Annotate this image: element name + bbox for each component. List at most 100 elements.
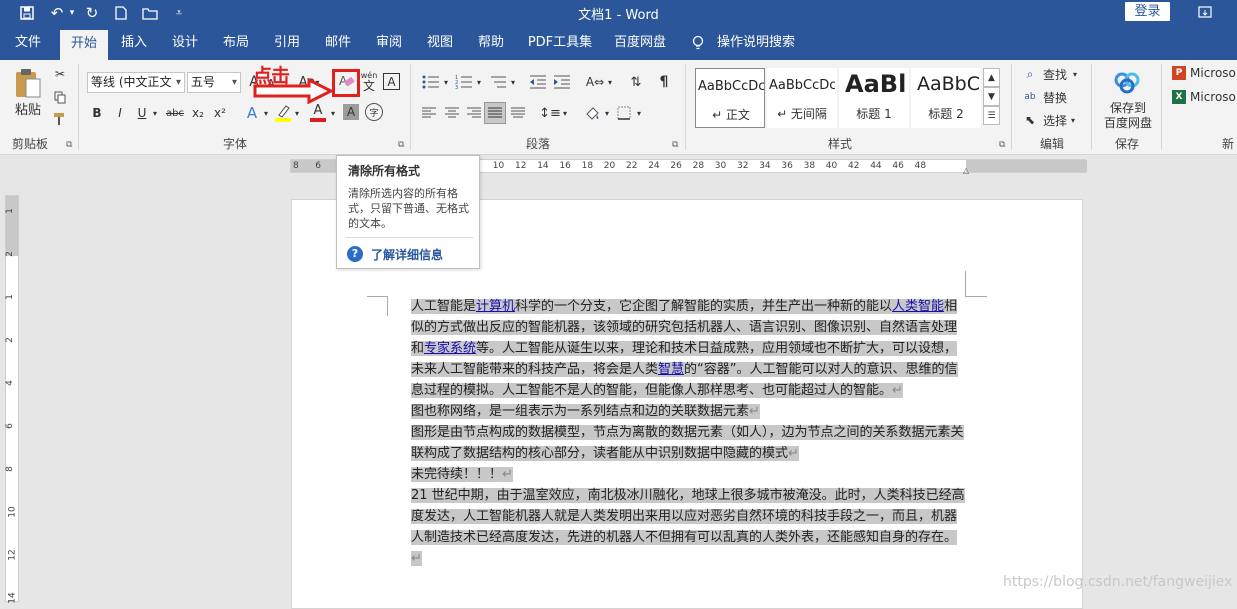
chevron-down-icon[interactable]: ▾ (442, 72, 450, 92)
align-right-icon[interactable] (465, 104, 483, 122)
microsoft-excel-item[interactable]: Microso (1190, 89, 1237, 105)
save-to-baidu-label-1[interactable]: 保存到 (1100, 100, 1156, 115)
hyperlink[interactable]: 人类智能 (892, 299, 944, 314)
style-no-spacing[interactable]: AaBbCcDc ↵ 无间隔 (767, 68, 837, 128)
tab-references[interactable]: 引用 (267, 26, 307, 60)
distributed-icon[interactable] (509, 104, 527, 122)
replace-icon[interactable]: ab (1022, 89, 1038, 105)
tab-layout[interactable]: 布局 (216, 26, 256, 60)
tab-mailings[interactable]: 邮件 (318, 26, 358, 60)
multilevel-list-icon[interactable] (487, 72, 509, 92)
character-border-icon[interactable]: A (383, 73, 400, 90)
font-color-icon[interactable]: A (309, 102, 327, 124)
styles-scroll-up-icon[interactable]: ▲ (983, 68, 1000, 87)
paragraph[interactable]: 21 世纪中期，由于温室效应，南北极冰川融化，地球上很多城市被淹没。此时，人类科… (411, 485, 967, 569)
chevron-down-icon[interactable]: ▾ (561, 104, 569, 122)
find-button[interactable]: 查找 (1040, 66, 1070, 82)
paste-button-label[interactable]: 粘贴 (8, 100, 48, 118)
font-launcher-icon[interactable]: ⧉ (398, 140, 404, 150)
styles-scroll-down-icon[interactable]: ▼ (983, 87, 1000, 106)
powerpoint-icon[interactable]: P (1172, 66, 1186, 80)
hyperlink[interactable]: 计算机 (476, 299, 515, 314)
paragraph[interactable]: 未完待续！！！↵ (411, 464, 967, 485)
chevron-down-icon[interactable]: ▾ (606, 72, 614, 92)
enclose-characters-icon[interactable]: 字 (365, 103, 383, 121)
help-icon[interactable]: ? (347, 246, 363, 262)
hyperlink[interactable]: 智慧 (658, 362, 684, 377)
right-indent-marker[interactable]: △ (963, 166, 969, 175)
replace-button[interactable]: 替换 (1040, 89, 1070, 105)
decrease-indent-icon[interactable] (528, 72, 548, 92)
style-normal[interactable]: AaBbCcDc ↵ 正文 (695, 68, 765, 128)
tell-me-search[interactable]: 操作说明搜索 (716, 26, 796, 60)
format-painter-icon[interactable] (52, 110, 68, 128)
increase-indent-icon[interactable] (552, 72, 572, 92)
paragraph-shading-icon[interactable] (582, 103, 602, 123)
microsoft-powerpoint-item[interactable]: Microso (1190, 65, 1237, 81)
tooltip-help-link[interactable]: 了解详细信息 (371, 246, 443, 263)
chevron-down-icon[interactable]: ▾ (1070, 66, 1080, 82)
chinese-layout-icon[interactable]: A⇔ (584, 72, 606, 92)
chevron-down-icon[interactable]: ▾ (603, 104, 611, 122)
save-to-baidu-label-2[interactable]: 百度网盘 (1100, 115, 1156, 130)
tab-home[interactable]: 开始 (60, 30, 108, 60)
chevron-down-icon[interactable]: ▾ (150, 104, 160, 122)
baidu-cloud-icon[interactable] (1110, 68, 1144, 96)
character-shading-icon[interactable]: A (343, 104, 359, 120)
chevron-down-icon[interactable]: ▾ (292, 104, 302, 122)
tab-baidu-netdisk[interactable]: 百度网盘 (612, 26, 668, 60)
excel-icon[interactable]: X (1172, 90, 1186, 104)
font-size-combo[interactable]: 五号 ▾ (187, 72, 241, 93)
text-effects-icon[interactable]: A (244, 103, 260, 123)
align-center-icon[interactable] (443, 104, 461, 122)
styles-launcher-icon[interactable]: ⧉ (999, 140, 1005, 150)
paragraph[interactable]: 图形是由节点构成的数据模型，节点为离散的数据元素（如人），边为节点之间的关系数据… (411, 422, 967, 464)
chevron-down-icon[interactable]: ▾ (509, 72, 517, 92)
tab-design[interactable]: 设计 (165, 26, 205, 60)
document-body[interactable]: 人工智能是计算机科学的一个分支，它企图了解智能的实质，并生产出一种新的能以人类智… (411, 296, 967, 569)
search-icon[interactable]: ⌕ (1022, 66, 1038, 82)
underline-button[interactable]: U (135, 104, 149, 122)
copy-icon[interactable] (52, 88, 68, 106)
hyperlink[interactable]: 专家系统 (424, 341, 476, 356)
chevron-down-icon[interactable]: ▾ (328, 104, 338, 122)
align-left-icon[interactable] (420, 104, 438, 122)
highlight-color-icon[interactable] (274, 102, 292, 124)
tab-view[interactable]: 视图 (420, 26, 460, 60)
numbering-icon[interactable]: 123 (453, 72, 475, 92)
chevron-down-icon[interactable]: ▾ (261, 104, 271, 122)
justify-icon[interactable] (484, 102, 506, 124)
clipboard-launcher-icon[interactable]: ⧉ (66, 140, 72, 150)
select-button[interactable]: 选择 (1040, 112, 1070, 128)
vertical-ruler[interactable]: 1 2 1 2 4 6 8 10 12 14 (5, 195, 19, 604)
chevron-down-icon[interactable]: ▾ (475, 72, 483, 92)
borders-icon[interactable] (614, 103, 634, 123)
tab-pdf-tools[interactable]: PDF工具集 (527, 26, 593, 60)
line-spacing-icon[interactable]: ↕≡ (539, 103, 561, 123)
chevron-down-icon[interactable]: ▾ (635, 104, 643, 122)
strikethrough-button[interactable]: abc (164, 104, 186, 122)
paste-icon[interactable] (10, 65, 46, 101)
tab-help[interactable]: 帮助 (471, 26, 511, 60)
login-button[interactable]: 登录 (1125, 2, 1170, 21)
chevron-down-icon[interactable]: ▾ (1068, 112, 1078, 128)
italic-button[interactable]: I (113, 104, 127, 122)
style-heading-1[interactable]: AaBl 标题 1 (839, 68, 909, 128)
tab-insert[interactable]: 插入 (114, 26, 154, 60)
styles-more-icon[interactable]: ☰ (983, 106, 1000, 125)
paragraph[interactable]: 图也称网络，是一组表示为一系列结点和边的关联数据元素↵ (411, 401, 967, 422)
show-paragraph-marks-icon[interactable]: ¶ (656, 72, 672, 92)
cursor-icon[interactable]: ⬉ (1022, 112, 1038, 128)
phonetic-guide-icon[interactable]: wén 文 (361, 69, 378, 93)
font-name-combo[interactable]: 等线 (中文正文 ▾ (87, 72, 185, 93)
cut-icon[interactable]: ✂ (52, 65, 68, 83)
ribbon-display-options-icon[interactable] (1190, 2, 1220, 22)
bullets-icon[interactable] (420, 72, 442, 92)
sort-icon[interactable]: ⇅ (626, 72, 646, 92)
tab-file[interactable]: 文件 (8, 26, 48, 60)
tab-review[interactable]: 审阅 (369, 26, 409, 60)
subscript-button[interactable]: x₂ (190, 104, 206, 122)
superscript-button[interactable]: x² (212, 104, 228, 122)
paragraph[interactable]: 人工智能是计算机科学的一个分支，它企图了解智能的实质，并生产出一种新的能以人类智… (411, 296, 967, 401)
paragraph-launcher-icon[interactable]: ⧉ (672, 140, 678, 150)
